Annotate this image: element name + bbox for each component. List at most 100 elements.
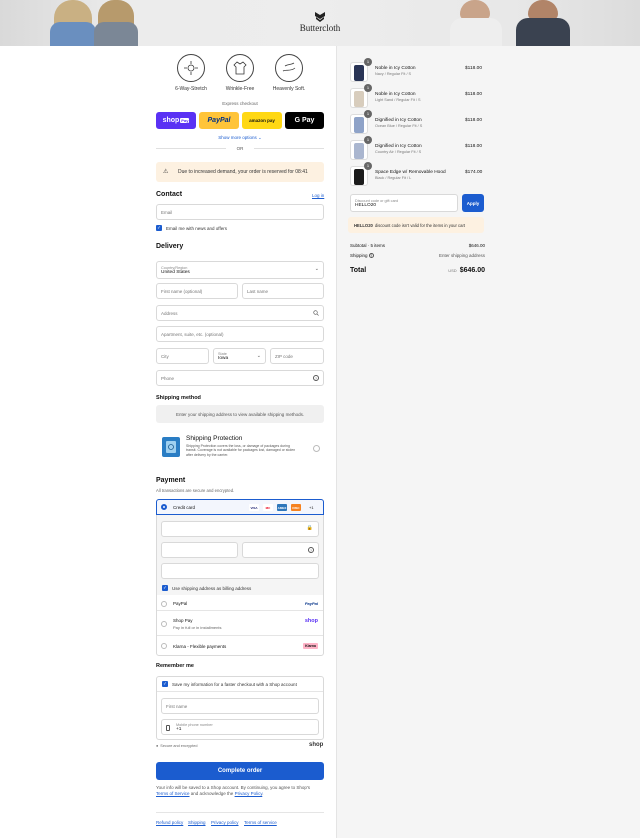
feature-wrinkle-free: Wrinkle-Free bbox=[218, 54, 262, 92]
expiry-field[interactable] bbox=[161, 542, 238, 558]
legal-text-1: Your info will be saved to a Shop accoun… bbox=[156, 785, 311, 790]
apply-button[interactable]: Apply bbox=[462, 194, 484, 212]
zip-field[interactable]: ZIP code bbox=[270, 348, 324, 364]
shirt-image bbox=[354, 91, 364, 107]
phone-placeholder: Phone bbox=[161, 375, 175, 381]
shop-logo: shop bbox=[309, 742, 324, 748]
total-row: Total USD $646.00 bbox=[350, 267, 485, 274]
express-checkout-label: Express checkout bbox=[222, 101, 258, 106]
help-icon[interactable]: ? bbox=[308, 547, 314, 553]
shipping-value: Enter shipping address bbox=[438, 253, 485, 258]
paypal-logo: PayPal bbox=[304, 601, 318, 606]
checkmark-icon[interactable]: ✓ bbox=[162, 585, 168, 591]
shipping-protection-option[interactable]: Shipping Protection Shipping Protection … bbox=[156, 430, 324, 466]
shop-pay-text: shop bbox=[162, 117, 180, 124]
mobile-phone-field[interactable]: Mobile phone number +1 bbox=[161, 719, 319, 735]
name-on-card-field[interactable] bbox=[161, 563, 319, 579]
login-link[interactable]: Log in bbox=[312, 193, 324, 198]
total-label: Total bbox=[350, 267, 367, 274]
shirt-image bbox=[354, 143, 364, 159]
visa-icon: VISA bbox=[249, 504, 259, 511]
state-select[interactable]: State Iowa ⌄ bbox=[213, 348, 266, 364]
shirt-icon bbox=[226, 54, 254, 82]
show-more-label: Show more options bbox=[218, 135, 257, 140]
shop-pay-option[interactable]: Shop Pay Pay in full or in installments s… bbox=[157, 612, 323, 636]
last-name-field[interactable]: Last name bbox=[242, 283, 324, 299]
phone-field[interactable]: Phone ? bbox=[156, 370, 324, 386]
chevron-down-icon: ⌄ bbox=[314, 266, 319, 272]
protection-description: Shipping Protection covers the loss, or … bbox=[186, 444, 296, 457]
secure-note: ● Secure and encrypted bbox=[156, 744, 197, 748]
privacy-policy-link[interactable]: Privacy policy bbox=[211, 820, 239, 825]
shipping-protection-icon bbox=[162, 437, 180, 457]
amex-icon: AMEX bbox=[277, 504, 287, 511]
email-placeholder: Email bbox=[161, 209, 173, 215]
complete-order-button[interactable]: Complete order bbox=[156, 762, 324, 780]
mobile-value: +1 bbox=[176, 726, 182, 732]
shop-pay-badge: Pay bbox=[180, 118, 190, 123]
newsletter-label: Email me with news and offers bbox=[166, 225, 227, 231]
klarna-label: Klarna - Flexible payments bbox=[173, 643, 227, 649]
brand-logo[interactable]: Buttercloth bbox=[296, 12, 344, 33]
paypal-option[interactable]: PayPal PayPal bbox=[157, 597, 323, 611]
show-more-options-link[interactable]: Show more options ⌄ bbox=[156, 135, 324, 141]
checkmark-icon[interactable]: ✓ bbox=[156, 225, 162, 231]
zip-placeholder: ZIP code bbox=[275, 353, 293, 359]
klarna-option[interactable]: Klarna - Flexible payments Klarna bbox=[157, 638, 323, 654]
shop-pay-button[interactable]: shop Pay bbox=[156, 112, 196, 129]
privacy-link[interactable]: Privacy Policy bbox=[235, 791, 263, 796]
card-form: 🔒 ? ✓ Use shipping address as billing add… bbox=[156, 515, 324, 595]
refund-policy-link[interactable]: Refund policy bbox=[156, 820, 183, 825]
warning-icon: ⚠ bbox=[163, 169, 169, 175]
email-field[interactable]: Email bbox=[156, 204, 324, 220]
help-icon[interactable]: ? bbox=[368, 253, 374, 258]
discount-value: HELLO20 bbox=[355, 202, 377, 208]
paypal-button[interactable]: PayPal bbox=[199, 112, 239, 129]
terms-of-service-link[interactable]: Terms of service bbox=[244, 820, 277, 825]
feature-soft: Heavenly Soft. bbox=[267, 54, 311, 92]
amazon-pay-button[interactable]: amazon pay bbox=[242, 112, 282, 129]
radio-unselected[interactable] bbox=[161, 620, 167, 627]
quantity-badge: 1 bbox=[364, 58, 372, 66]
first-name-field[interactable]: First name (optional) bbox=[156, 283, 238, 299]
radio-unselected[interactable] bbox=[161, 643, 167, 649]
search-icon bbox=[313, 310, 319, 316]
terms-link[interactable]: Terms of Service bbox=[156, 791, 190, 796]
protection-toggle[interactable] bbox=[313, 445, 320, 452]
last-name-placeholder: Last name bbox=[247, 288, 269, 294]
order-summary-column bbox=[336, 46, 640, 838]
newsletter-checkbox-row[interactable]: ✓ Email me with news and offers bbox=[156, 225, 227, 231]
phone-icon bbox=[166, 725, 170, 731]
model-image-left bbox=[50, 0, 140, 46]
card-number-field[interactable]: 🔒 bbox=[161, 521, 319, 537]
currency-code: USD bbox=[448, 268, 457, 273]
save-info-checkbox-row[interactable]: ✓ Save my information for a faster checko… bbox=[162, 681, 297, 687]
or-divider: OR bbox=[156, 146, 324, 151]
apartment-field[interactable]: Apartment, suite, etc. (optional) bbox=[156, 326, 324, 342]
checkmark-icon[interactable]: ✓ bbox=[162, 681, 168, 687]
chevron-down-icon: ⌄ bbox=[258, 135, 262, 140]
shipping-policy-link[interactable]: Shipping bbox=[188, 820, 206, 825]
lock-icon: ● bbox=[156, 744, 159, 748]
butterfly-icon bbox=[315, 12, 325, 22]
google-pay-button[interactable]: G Pay bbox=[285, 112, 324, 129]
subtotal-value: $646.00 bbox=[468, 243, 485, 248]
country-select[interactable]: Country/Region United States ⌄ bbox=[156, 261, 324, 279]
feature-label: Heavenly Soft. bbox=[272, 86, 306, 92]
payment-subtitle: All transactions are secure and encrypte… bbox=[156, 488, 235, 493]
city-field[interactable]: City bbox=[156, 348, 209, 364]
security-code-field[interactable]: ? bbox=[242, 542, 319, 558]
remember-first-name-field[interactable]: First name bbox=[161, 698, 319, 714]
billing-same-checkbox-row[interactable]: ✓ Use shipping address as billing address bbox=[162, 585, 251, 591]
quantity-badge: 1 bbox=[364, 162, 372, 170]
item-variant: Black / Regular Fit / L bbox=[375, 176, 412, 180]
radio-selected[interactable] bbox=[161, 504, 167, 510]
hoodie-image bbox=[354, 169, 364, 185]
help-icon[interactable]: ? bbox=[313, 375, 319, 381]
item-variant: Country Air / Regular Fit / S bbox=[375, 150, 422, 154]
credit-card-option[interactable]: Credit card VISA MC AMEX DISC +1 bbox=[156, 499, 324, 515]
radio-unselected[interactable] bbox=[161, 600, 167, 607]
quantity-badge: 1 bbox=[364, 84, 372, 92]
discount-code-field[interactable]: Discount code or gift card HELLO20 bbox=[350, 194, 458, 212]
address-field[interactable]: Address bbox=[156, 305, 324, 321]
